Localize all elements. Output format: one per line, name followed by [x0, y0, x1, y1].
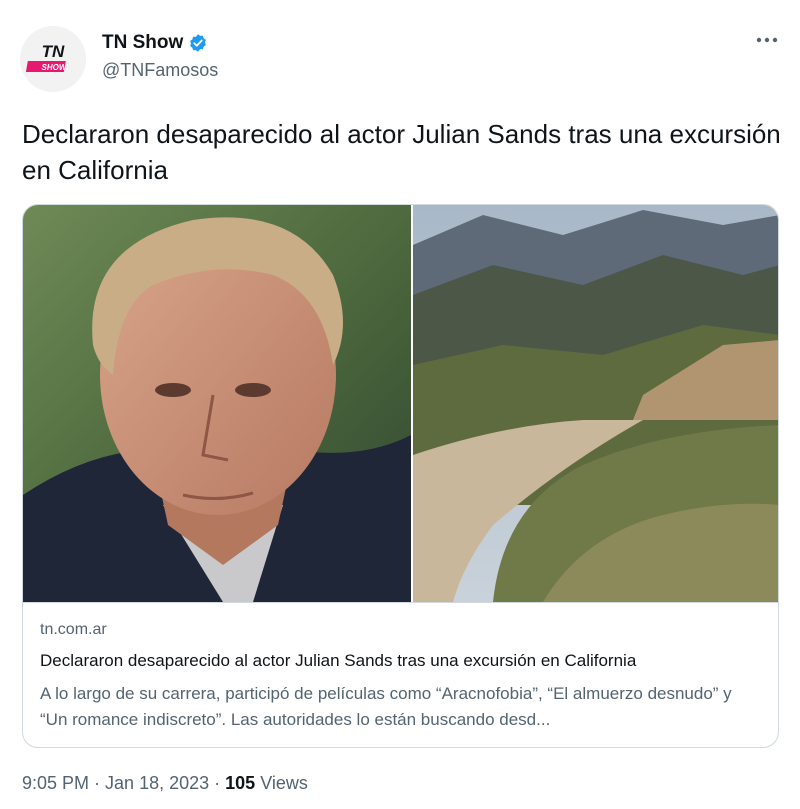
author-handle[interactable]: @TNFamosos [102, 60, 218, 81]
views-count[interactable]: 105 [225, 773, 255, 793]
link-preview-card[interactable]: tn.com.ar Declararon desaparecido al act… [22, 204, 779, 748]
card-description: A lo largo de su carrera, participó de p… [40, 684, 732, 729]
card-title: Declararon desaparecido al actor Julian … [40, 651, 637, 670]
landscape-photo [413, 205, 778, 602]
author-name[interactable]: TN Show [102, 32, 183, 54]
avatar[interactable]: TN SHOW [20, 26, 86, 92]
more-horizontal-icon[interactable] [753, 30, 781, 50]
card-image[interactable] [23, 205, 778, 602]
footer-separator-2: · [209, 773, 226, 793]
portrait-photo [23, 205, 411, 602]
tn-show-logo: TN SHOW [20, 26, 86, 92]
tweet-text: Declararon desaparecido al actor Julian … [22, 119, 781, 185]
svg-text:SHOW: SHOW [42, 63, 68, 72]
verified-badge-icon [190, 34, 207, 52]
card-domain: tn.com.ar [40, 621, 107, 638]
author-name-row[interactable]: TN Show [102, 32, 208, 54]
card-meta[interactable]: tn.com.ar Declararon desaparecido al act… [23, 602, 778, 747]
tweet-date[interactable]: Jan 18, 2023 [105, 773, 209, 793]
tweet-time[interactable]: 9:05 PM [22, 773, 89, 793]
tweet-footer: 9:05 PM · Jan 18, 2023 · 105 Views [22, 773, 308, 794]
svg-text:TN: TN [42, 42, 65, 61]
footer-separator: · [89, 773, 106, 793]
views-label[interactable]: Views [260, 773, 308, 793]
